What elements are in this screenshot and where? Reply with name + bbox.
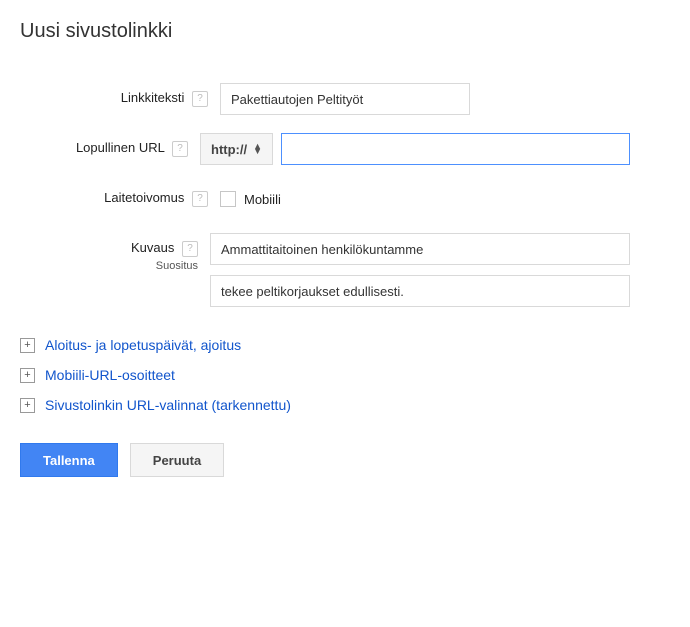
chevron-up-down-icon: ▲▼ (253, 144, 262, 154)
expander-label: Mobiili-URL-osoitteet (45, 367, 175, 383)
description-line1-input[interactable] (210, 233, 630, 265)
cancel-button[interactable]: Peruuta (130, 443, 224, 477)
row-final-url: Lopullinen URL ? http:// ▲▼ (20, 133, 630, 165)
label-link-text: Linkkiteksti (121, 90, 185, 105)
mobile-checkbox[interactable] (220, 191, 236, 207)
row-link-text: Linkkiteksti ? (20, 83, 630, 115)
expander-label: Aloitus- ja lopetuspäivät, ajoitus (45, 337, 241, 353)
link-text-input[interactable] (220, 83, 470, 115)
protocol-label: http:// (211, 142, 247, 157)
plus-icon: + (20, 398, 35, 413)
final-url-input[interactable] (281, 133, 630, 165)
mobile-checkbox-label: Mobiili (244, 192, 281, 207)
help-icon[interactable]: ? (192, 191, 208, 207)
plus-icon: + (20, 338, 35, 353)
save-button[interactable]: Tallenna (20, 443, 118, 477)
plus-icon: + (20, 368, 35, 383)
help-icon[interactable]: ? (182, 241, 198, 257)
help-icon[interactable]: ? (192, 91, 208, 107)
label-description-sub: Suositus (20, 259, 198, 273)
help-icon[interactable]: ? (172, 141, 188, 157)
label-description: Kuvaus (131, 240, 174, 255)
protocol-select[interactable]: http:// ▲▼ (200, 133, 273, 165)
description-line2-input[interactable] (210, 275, 630, 307)
expander-url-options[interactable]: + Sivustolinkin URL-valinnat (tarkennett… (20, 397, 630, 413)
label-final-url: Lopullinen URL (76, 140, 164, 155)
expander-label: Sivustolinkin URL-valinnat (tarkennettu) (45, 397, 291, 413)
label-device-pref: Laitetoivomus (104, 190, 184, 205)
button-row: Tallenna Peruuta (20, 443, 630, 477)
expanders-section: + Aloitus- ja lopetuspäivät, ajoitus + M… (20, 337, 630, 413)
expander-mobile-url[interactable]: + Mobiili-URL-osoitteet (20, 367, 630, 383)
row-description: Kuvaus ? Suositus (20, 233, 630, 307)
page-title: Uusi sivustolinkki (20, 20, 630, 43)
row-device-pref: Laitetoivomus ? Mobiili (20, 183, 630, 215)
expander-dates[interactable]: + Aloitus- ja lopetuspäivät, ajoitus (20, 337, 630, 353)
